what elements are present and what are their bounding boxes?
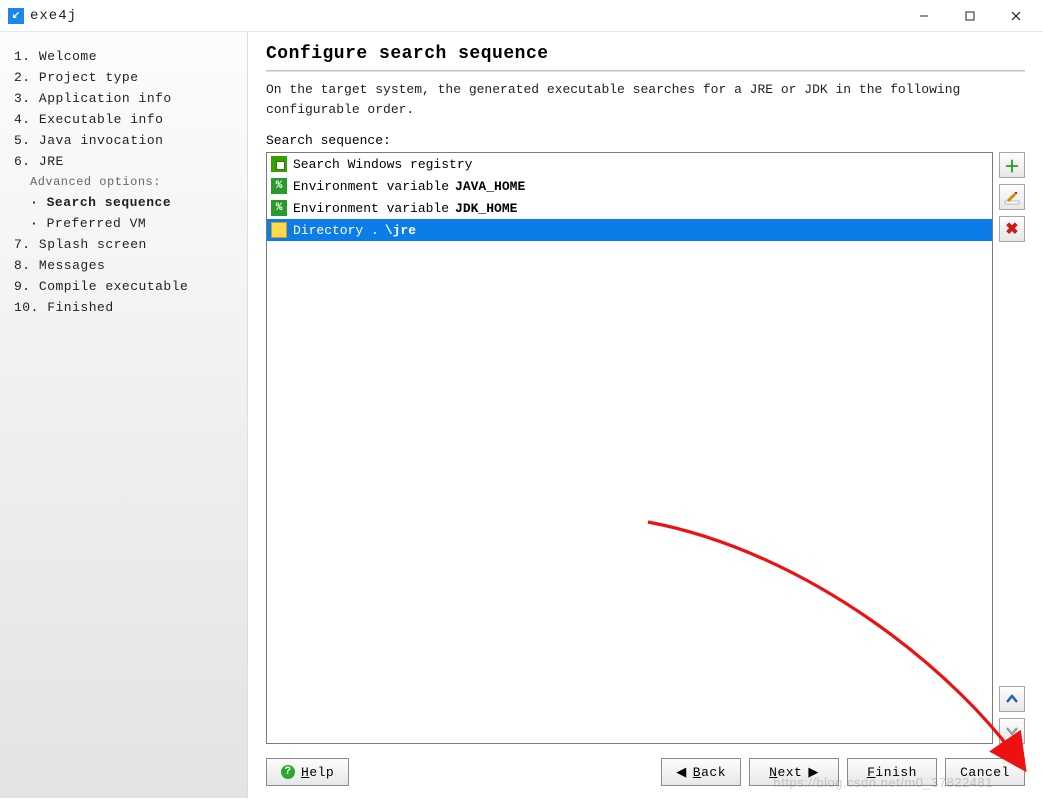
search-sequence-list[interactable]: Search Windows registry% Environment vari…: [266, 152, 993, 744]
sidebar-item[interactable]: 6. JRE: [12, 151, 237, 172]
sidebar-item[interactable]: 3. Application info: [12, 88, 237, 109]
sidebar-subitem[interactable]: Preferred VM: [12, 213, 237, 234]
cancel-button[interactable]: Cancel: [945, 758, 1025, 786]
back-arrow-icon: ◀: [676, 765, 687, 780]
list-item-bold: JAVA_HOME: [455, 179, 525, 194]
page-description: On the target system, the generated exec…: [266, 80, 1025, 119]
page-title: Configure search sequence: [266, 44, 1025, 70]
help-button[interactable]: ? Help: [266, 758, 349, 786]
close-button[interactable]: [993, 1, 1039, 31]
help-icon: ?: [281, 765, 295, 779]
sidebar-item[interactable]: 7. Splash screen: [12, 234, 237, 255]
folder-icon: [271, 222, 287, 238]
next-button[interactable]: Next ▶: [749, 758, 839, 786]
registry-icon: [271, 156, 287, 172]
list-item[interactable]: % Environment variable JDK_HOME: [267, 197, 992, 219]
main-panel: Configure search sequence On the target …: [248, 32, 1043, 798]
back-label: Back: [693, 765, 726, 780]
sidebar-item[interactable]: 4. Executable info: [12, 109, 237, 130]
sidebar-item[interactable]: 9. Compile executable: [12, 276, 237, 297]
sidebar-item[interactable]: 1. Welcome: [12, 46, 237, 67]
sidebar-item[interactable]: 10. Finished: [12, 297, 237, 318]
move-up-button[interactable]: [999, 686, 1025, 712]
minimize-button[interactable]: [901, 1, 947, 31]
add-button[interactable]: ＋: [999, 152, 1025, 178]
window-controls: [901, 1, 1039, 31]
env-var-icon: %: [271, 200, 287, 216]
app-title: exe4j: [30, 8, 77, 24]
finish-label: Finish: [867, 765, 917, 780]
next-arrow-icon: ▶: [808, 765, 819, 780]
list-item-bold: \jre: [385, 223, 416, 238]
list-item-label: Environment variable: [293, 201, 449, 216]
titlebar: ↙ exe4j: [0, 0, 1043, 32]
sidebar-subitem[interactable]: Search sequence: [12, 192, 237, 213]
maximize-button[interactable]: [947, 1, 993, 31]
list-item-label: Environment variable: [293, 179, 449, 194]
sidebar: 1. Welcome2. Project type3. Application …: [0, 32, 248, 798]
edit-button[interactable]: [999, 184, 1025, 210]
app-icon: ↙: [8, 8, 24, 24]
env-var-icon: %: [271, 178, 287, 194]
finish-button[interactable]: Finish: [847, 758, 937, 786]
sidebar-item[interactable]: 2. Project type: [12, 67, 237, 88]
footer-buttons: ? Help ◀ Back Next ▶ Finish Cancel: [266, 758, 1025, 786]
list-item[interactable]: Search Windows registry: [267, 153, 992, 175]
cancel-label: Cancel: [960, 765, 1010, 780]
sidebar-advanced-label: Advanced options:: [12, 172, 237, 192]
list-item-label: Directory .: [293, 223, 379, 238]
back-button[interactable]: ◀ Back: [661, 758, 741, 786]
move-down-button[interactable]: [999, 718, 1025, 744]
sidebar-item[interactable]: 8. Messages: [12, 255, 237, 276]
title-underline: [266, 70, 1025, 72]
help-label: Help: [301, 765, 334, 780]
sequence-area: Search Windows registry% Environment vari…: [266, 152, 1025, 744]
delete-button[interactable]: ✖: [999, 216, 1025, 242]
sequence-label: Search sequence:: [266, 133, 1025, 148]
list-item[interactable]: % Environment variable JAVA_HOME: [267, 175, 992, 197]
list-item-bold: JDK_HOME: [455, 201, 517, 216]
sidebar-item[interactable]: 5. Java invocation: [12, 130, 237, 151]
list-item[interactable]: Directory . \jre: [267, 219, 992, 241]
list-toolbar: ＋ ✖: [999, 152, 1025, 744]
list-item-label: Search Windows registry: [293, 157, 472, 172]
next-label: Next: [769, 765, 802, 780]
